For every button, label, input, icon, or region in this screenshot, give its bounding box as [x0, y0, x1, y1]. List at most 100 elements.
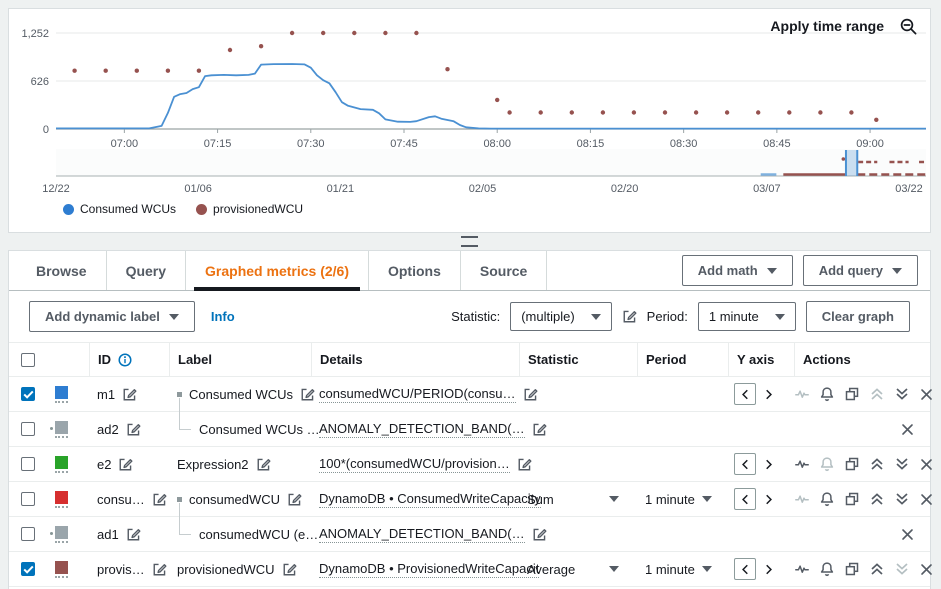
tab-source[interactable]: Source: [461, 251, 547, 290]
splitter-grip-icon[interactable]: [461, 236, 478, 247]
edit-icon[interactable]: [287, 492, 302, 507]
color-swatch[interactable]: [55, 491, 68, 508]
create-alarm-icon[interactable]: [819, 491, 835, 507]
duplicate-icon[interactable]: [844, 456, 860, 472]
period-select[interactable]: 1 minute: [637, 482, 728, 516]
caret-down-icon[interactable]: [609, 496, 619, 502]
row-checkbox[interactable]: [21, 562, 35, 576]
add-query-button[interactable]: Add query: [803, 255, 918, 286]
add-dynamic-label-button[interactable]: Add dynamic label: [29, 301, 195, 332]
remove-metric-icon[interactable]: [900, 527, 915, 542]
statistic-select[interactable]: Average: [519, 552, 637, 586]
edit-statistic-icon[interactable]: [622, 309, 637, 324]
apply-time-range-button[interactable]: Apply time range: [770, 18, 884, 34]
statistic-select[interactable]: (multiple): [510, 302, 611, 331]
caret-down-icon[interactable]: [609, 566, 619, 572]
color-swatch[interactable]: [55, 561, 68, 578]
yaxis-right-button[interactable]: [762, 493, 775, 506]
move-up-icon[interactable]: [869, 456, 885, 472]
tab-graphed-metrics-2-6[interactable]: Graphed metrics (2/6): [186, 251, 369, 290]
zoom-out-icon[interactable]: [899, 17, 918, 36]
select-all-checkbox[interactable]: [21, 353, 35, 367]
create-alarm-icon[interactable]: [819, 561, 835, 577]
tab-options[interactable]: Options: [369, 251, 461, 290]
color-swatch[interactable]: [55, 526, 68, 543]
info-link[interactable]: Info: [211, 309, 235, 324]
create-alarm-icon[interactable]: [819, 386, 835, 402]
row-yaxis-cell: [728, 517, 794, 551]
duplicate-icon[interactable]: [844, 561, 860, 577]
edit-icon[interactable]: [256, 457, 271, 472]
legend-item[interactable]: provisionedWCU: [196, 202, 303, 216]
pulse-metric-icon[interactable]: [794, 561, 810, 577]
yaxis-left-button[interactable]: [734, 488, 756, 510]
edit-icon[interactable]: [122, 387, 137, 402]
table-header-col-id: ID: [89, 343, 169, 376]
row-yaxis-cell: [728, 482, 794, 516]
yaxis-right-button[interactable]: [762, 388, 775, 401]
edit-icon[interactable]: [126, 422, 141, 437]
tab-browse[interactable]: Browse: [17, 251, 107, 290]
table-row: consu…consumedWCUDynamoDB • ConsumedWrit…: [9, 482, 930, 517]
yaxis-left-button[interactable]: [734, 558, 756, 580]
metric-details-link[interactable]: consumedWCU/PERIOD(consu…: [319, 386, 516, 403]
row-checkbox[interactable]: [21, 387, 35, 401]
row-period-cell: [637, 377, 728, 411]
remove-metric-icon[interactable]: [919, 387, 934, 402]
duplicate-icon[interactable]: [844, 386, 860, 402]
metric-details-link[interactable]: DynamoDB • ProvisionedWriteCapacit: [319, 561, 539, 578]
yaxis-right-button[interactable]: [762, 563, 775, 576]
move-down-icon[interactable]: [894, 386, 910, 402]
remove-metric-icon[interactable]: [900, 422, 915, 437]
period-select[interactable]: 1 minute: [637, 552, 728, 586]
yaxis-left-button[interactable]: [734, 383, 756, 405]
remove-metric-icon[interactable]: [919, 562, 934, 577]
remove-metric-icon[interactable]: [919, 457, 934, 472]
edit-icon[interactable]: [152, 562, 167, 577]
move-down-icon[interactable]: [894, 456, 910, 472]
metric-details-link[interactable]: DynamoDB • ConsumedWriteCapacity: [319, 491, 541, 508]
yaxis-right-button[interactable]: [762, 458, 775, 471]
move-up-icon[interactable]: [869, 491, 885, 507]
legend-item[interactable]: Consumed WCUs: [63, 202, 176, 216]
row-details-cell: 100*(consumedWCU/provision…: [311, 447, 519, 481]
edit-icon[interactable]: [118, 457, 133, 472]
row-color-cell: [55, 482, 89, 516]
duplicate-icon[interactable]: [844, 491, 860, 507]
add-math-button[interactable]: Add math: [682, 255, 793, 286]
row-checkbox[interactable]: [21, 492, 35, 506]
color-swatch[interactable]: [55, 386, 68, 403]
color-swatch[interactable]: [55, 456, 68, 473]
metric-details-link[interactable]: ANOMALY_DETECTION_BAND(…: [319, 421, 525, 438]
move-down-icon[interactable]: [894, 491, 910, 507]
metric-id: m1: [97, 387, 115, 402]
row-details-cell: consumedWCU/PERIOD(consu…: [311, 377, 519, 411]
period-select[interactable]: 1 minute: [698, 302, 796, 331]
edit-icon[interactable]: [282, 562, 297, 577]
caret-down-icon[interactable]: [702, 566, 712, 572]
caret-down-icon: [775, 314, 785, 320]
metric-label: consumedWCU (e…: [199, 527, 318, 542]
clear-graph-button[interactable]: Clear graph: [806, 301, 910, 332]
statistic-select[interactable]: Sum: [519, 482, 637, 516]
pulse-metric-icon[interactable]: [794, 456, 810, 472]
row-checkbox[interactable]: [21, 527, 35, 541]
row-checkbox[interactable]: [21, 422, 35, 436]
yaxis-left-button[interactable]: [734, 453, 756, 475]
info-icon[interactable]: [118, 353, 132, 367]
row-checkbox[interactable]: [21, 457, 35, 471]
edit-icon[interactable]: [152, 492, 167, 507]
metric-details-link[interactable]: 100*(consumedWCU/provision…: [319, 456, 510, 473]
metrics-chart[interactable]: 06261,25207:0007:1507:3007:4508:0008:150…: [9, 9, 930, 199]
caret-down-icon[interactable]: [702, 496, 712, 502]
tab-query[interactable]: Query: [107, 251, 186, 290]
row-details-cell: ANOMALY_DETECTION_BAND(…: [311, 412, 519, 446]
tab-label: Options: [388, 263, 441, 279]
color-swatch[interactable]: [55, 421, 68, 438]
row-statistic-cell: [519, 517, 637, 551]
metric-details-link[interactable]: ANOMALY_DETECTION_BAND(…: [319, 526, 525, 543]
edit-icon[interactable]: [126, 527, 141, 542]
panel-splitter[interactable]: [8, 233, 931, 250]
remove-metric-icon[interactable]: [919, 492, 934, 507]
move-up-icon[interactable]: [869, 561, 885, 577]
